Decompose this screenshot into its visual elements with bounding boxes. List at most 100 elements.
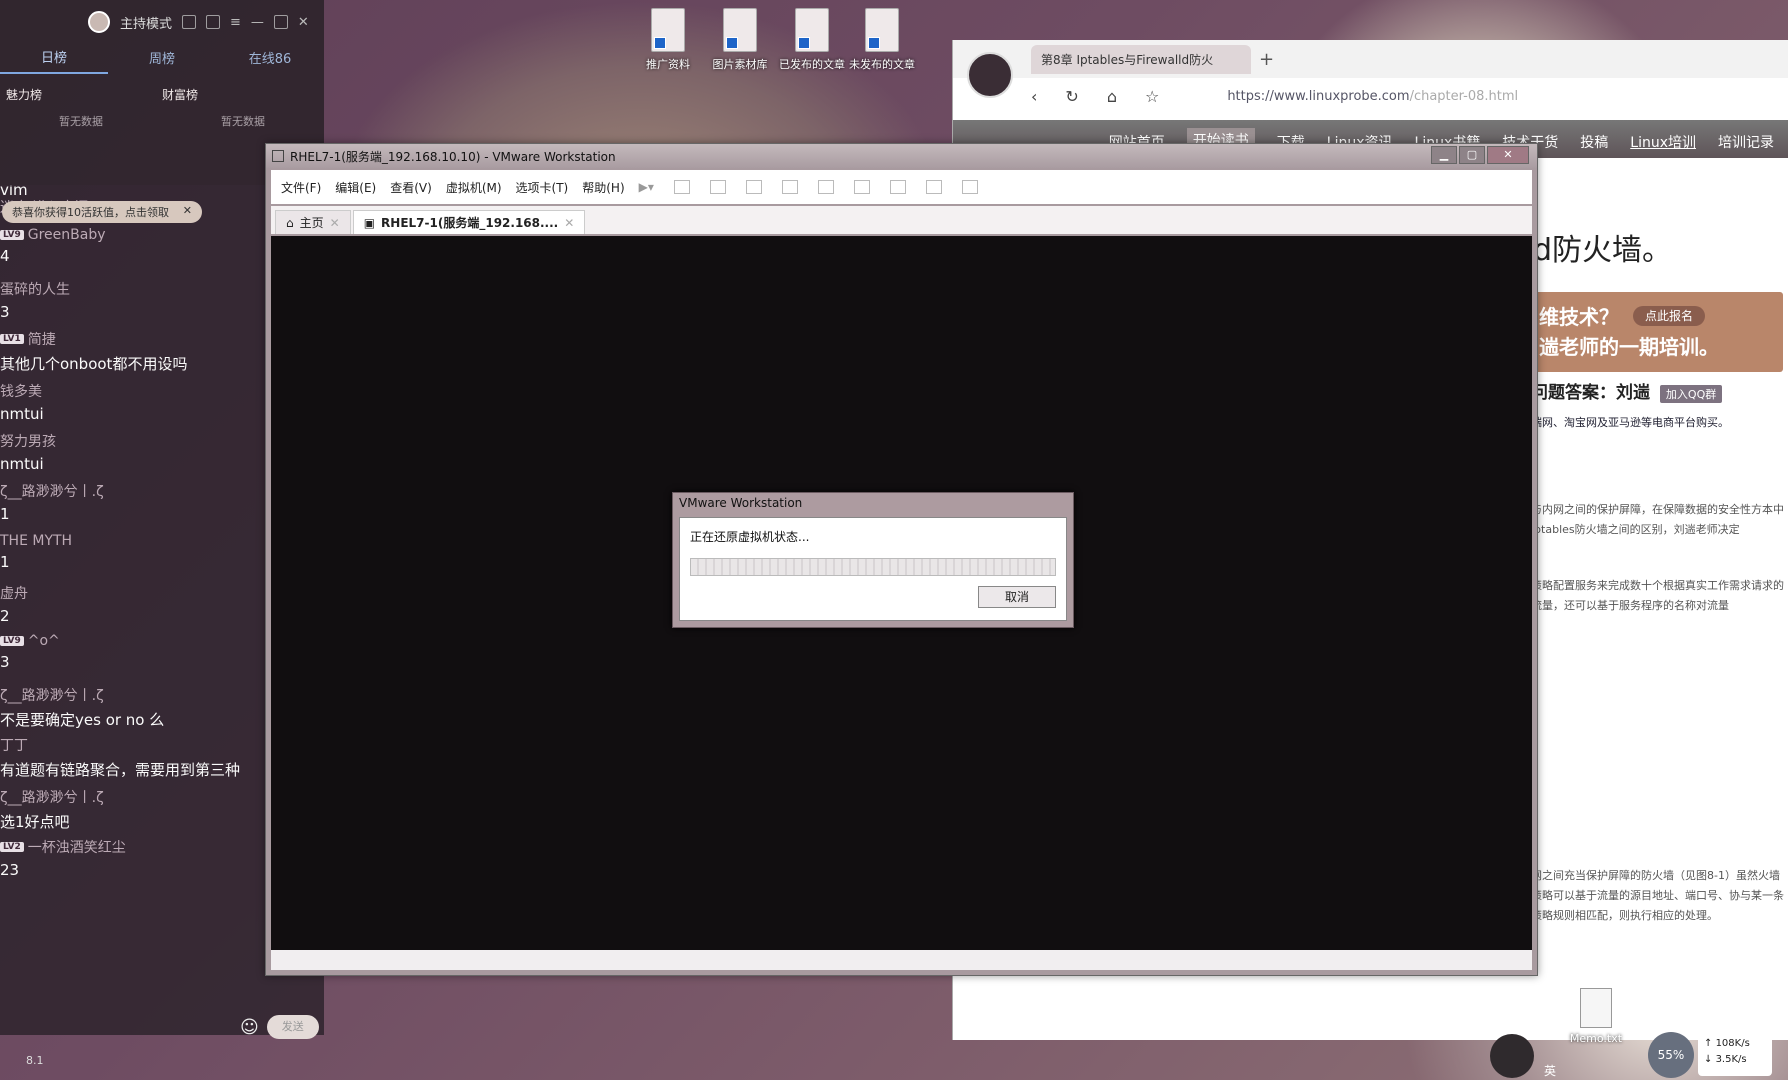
article-paragraph: 网之间充当保护屏障的防火墙（见图8-1）虽然火墙策略可以基于流量的源目地址、端口… — [1531, 869, 1784, 922]
url-path: /chapter-08.html — [1409, 88, 1519, 104]
menu-edit[interactable]: 编辑(E) — [335, 179, 376, 196]
window-controls: ▁ ▢ ✕ — [1431, 146, 1529, 164]
username-text: 一杯浊酒笑红尘 — [27, 840, 126, 856]
desktop-icon-label: 推广资料 — [646, 58, 690, 71]
menu-file[interactable]: 文件(F) — [281, 179, 321, 196]
memory-usage-badge[interactable]: 55% — [1648, 1032, 1694, 1078]
console-icon[interactable] — [925, 180, 942, 194]
share-icon[interactable] — [206, 15, 221, 29]
level-badge: LV9 — [0, 636, 24, 646]
fullscreen-icon[interactable] — [853, 180, 870, 194]
signup-button[interactable]: 点此报名 — [1633, 306, 1706, 326]
folder-shortcut-icon — [795, 8, 829, 52]
folder-shortcut-icon — [723, 8, 757, 52]
desktop-icon-unpublished[interactable]: 未发布的文章 — [846, 8, 918, 72]
tab-close-icon[interactable]: ✕ — [330, 216, 340, 230]
desktop-icon-images[interactable]: 图片素材库 — [704, 8, 776, 72]
send-button[interactable]: 发送 — [266, 1015, 319, 1039]
manage-snapshot-icon[interactable] — [745, 180, 762, 194]
input-language[interactable]: 英 — [1544, 1062, 1556, 1079]
browser-navbar: ‹ ↻ ⌂ ☆ https://www.linuxprobe.com/chapt… — [953, 78, 1788, 114]
settings-icon[interactable] — [182, 15, 197, 29]
chat-input-bar: ☺ 发送 — [240, 1015, 319, 1039]
host-avatar[interactable] — [88, 11, 110, 33]
streamer-avatar[interactable] — [1490, 1034, 1534, 1078]
power-play-icon[interactable]: ▶▾ — [639, 180, 654, 194]
cancel-button[interactable]: 取消 — [978, 586, 1056, 608]
tab-weekly[interactable]: 周榜 — [108, 48, 216, 73]
vmware-menubar: 文件(F) 编辑(E) 查看(V) 虚拟机(M) 选项卡(T) 帮助(H) ▶▾ — [271, 170, 1532, 204]
browser-tab[interactable]: 第8章 Iptables与Firewalld防火 — [1031, 44, 1251, 74]
minimize-icon[interactable]: — — [251, 15, 264, 30]
reload-icon[interactable]: ↻ — [1065, 87, 1078, 106]
home-icon[interactable]: ⌂ — [1107, 87, 1117, 106]
tab-online[interactable]: 在线86 — [216, 48, 324, 73]
browser-tabbar: 第8章 Iptables与Firewalld防火 + — [953, 40, 1788, 78]
tab-daily[interactable]: 日榜 — [0, 47, 108, 74]
qa-label: 问题答案：刘遄 — [1531, 383, 1650, 403]
restore-progress-bar — [690, 558, 1056, 576]
notification-text: 恭喜你获得10活跃值，点击领取 — [12, 206, 169, 219]
address-bar[interactable]: https://www.linuxprobe.com/chapter-08.ht… — [1227, 89, 1518, 104]
new-tab-icon[interactable]: + — [1259, 49, 1274, 70]
empty-right: 暂无数据 — [221, 115, 265, 128]
username-text: 丁丁 — [0, 738, 28, 754]
snapshot-icon[interactable] — [673, 180, 690, 194]
tab-home-label: 主页 — [299, 216, 324, 230]
revert-icon[interactable] — [709, 180, 726, 194]
version-label: 8.1 — [26, 1054, 44, 1067]
menu-vm[interactable]: 虚拟机(M) — [446, 179, 502, 196]
article-paragraph: 策略配置服务来完成数十个根据真实工作需求请求的流量，还可以基于服务程序的名称对流… — [1531, 579, 1784, 612]
username-text: ^o^ — [27, 633, 60, 649]
minimize-button[interactable]: ▁ — [1431, 146, 1457, 164]
nav-training[interactable]: Linux培训 — [1630, 132, 1696, 152]
buy-text: 端网、淘宝网及亚马逊等电商平台购买。 — [1531, 416, 1729, 429]
username-text: 努力男孩 — [0, 434, 56, 450]
vm-icon: ▣ — [363, 215, 376, 230]
desktop-icon-label: 已发布的文章 — [779, 58, 845, 71]
activity-notification[interactable]: 恭喜你获得10活跃值，点击领取 ✕ — [2, 201, 202, 223]
maximize-button[interactable]: ▢ — [1459, 146, 1485, 164]
desktop-icon-published[interactable]: 已发布的文章 — [776, 8, 848, 72]
thumbnail-icon[interactable] — [817, 180, 834, 194]
close-icon[interactable]: ✕ — [298, 15, 309, 30]
maximize-icon[interactable] — [273, 15, 288, 29]
username-text: 蛋碎的人生 — [0, 282, 70, 298]
nav-submit[interactable]: 投稿 — [1580, 132, 1608, 152]
username-text: 虚舟 — [0, 586, 28, 602]
download-value: 3.5K/s — [1715, 1054, 1747, 1065]
tab-vm[interactable]: ▣ RHEL7-1(服务端_192.168.... ✕ — [352, 210, 586, 234]
nav-training-log[interactable]: 培训记录 — [1718, 132, 1774, 152]
username-text: GreenBaby — [27, 227, 106, 243]
menu-icon[interactable]: ≡ — [230, 15, 241, 30]
download-speed: ↓ 3.5K/s — [1704, 1054, 1747, 1065]
vmware-title: RHEL7-1(服务端_192.168.10.10) - VMware Work… — [290, 149, 616, 164]
close-button[interactable]: ✕ — [1487, 146, 1529, 164]
desktop-icon-promo[interactable]: 推广资料 — [632, 8, 704, 72]
upload-speed: ↑ 108K/s — [1704, 1038, 1750, 1049]
back-icon[interactable]: ‹ — [1031, 87, 1037, 106]
empty-left: 暂无数据 — [59, 115, 103, 128]
emoji-icon[interactable]: ☺ — [240, 1017, 259, 1038]
sidebar-toggle-icon[interactable] — [781, 180, 798, 194]
close-notification-icon[interactable]: ✕ — [183, 204, 192, 217]
star-icon[interactable]: ☆ — [1145, 87, 1159, 106]
profile-avatar[interactable] — [967, 52, 1013, 98]
view-options-icon[interactable] — [961, 180, 978, 194]
unity-icon[interactable] — [889, 180, 906, 194]
dialog-body: 正在还原虚拟机状态... 取消 — [679, 517, 1067, 621]
menu-view[interactable]: 查看(V) — [390, 179, 432, 196]
tab-home[interactable]: ⌂ 主页 ✕ — [275, 210, 351, 234]
menu-help[interactable]: 帮助(H) — [582, 179, 624, 196]
tab-close-icon[interactable]: ✕ — [564, 216, 574, 230]
network-speed: ↑ 108K/s ↓ 3.5K/s — [1698, 1032, 1772, 1076]
join-qq-button[interactable]: 加入QQ群 — [1659, 385, 1723, 403]
promo-banner[interactable]: 维技术？ 点此报名 遄老师的一期培训。 — [1533, 292, 1783, 372]
menu-tabs[interactable]: 选项卡(T) — [516, 179, 569, 196]
level-badge: LV1 — [0, 334, 24, 344]
promo-line-2: 遄老师的一期培训。 — [1539, 335, 1719, 359]
wealth-rank-label[interactable]: 财富榜 — [162, 86, 198, 103]
vmware-titlebar[interactable]: RHEL7-1(服务端_192.168.10.10) - VMware Work… — [266, 144, 1537, 168]
vmware-tabs: ⌂ 主页 ✕ ▣ RHEL7-1(服务端_192.168.... ✕ — [271, 206, 1532, 234]
charm-rank-label[interactable]: 魅力榜 — [6, 86, 42, 103]
